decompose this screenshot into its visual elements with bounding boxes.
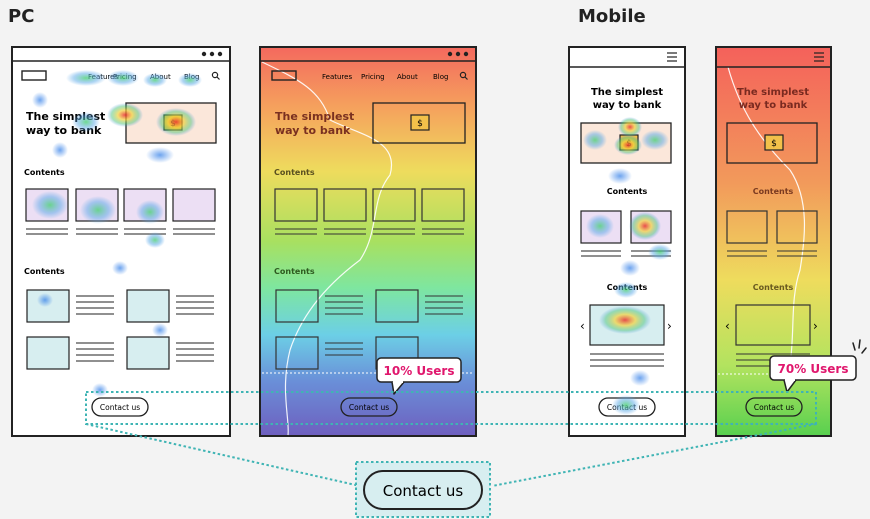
m2-contents-1: Contents xyxy=(753,187,794,196)
m2-hero-line1: The simplest xyxy=(737,87,809,98)
emphasis-marks-icon xyxy=(852,339,867,354)
carousel-next-icon[interactable]: › xyxy=(813,319,818,333)
carousel-prev-icon[interactable]: ‹ xyxy=(725,319,730,333)
dollar-icon: $ xyxy=(771,139,777,149)
pc2-nav-features[interactable]: Features xyxy=(322,73,352,81)
m1-contents-1: Contents xyxy=(607,187,648,196)
pc2-nav-about[interactable]: About xyxy=(397,73,418,81)
mobile-clickmap-frame: The simplest way to bank $ Contents Cont… xyxy=(568,46,686,437)
pc1-contents-2: Contents xyxy=(24,267,65,276)
pc2-contact-label: Contact us xyxy=(349,403,389,412)
zoomed-contact-label: Contact us xyxy=(383,482,464,500)
pc1-contact-label: Contact us xyxy=(100,403,140,412)
dollar-icon: $ xyxy=(417,119,423,129)
m2-hero-line2: way to bank xyxy=(739,100,808,111)
carousel-next-icon[interactable]: › xyxy=(667,319,672,333)
pc-users-callout-text: 10% Users xyxy=(384,364,455,378)
diagram-canvas: Features Pricing About Blog The simplest… xyxy=(11,46,867,518)
pc2-hero-line1: The simplest xyxy=(275,110,354,123)
pc-clickmap-frame: Features Pricing About Blog The simplest… xyxy=(11,46,231,437)
pc2-contents-2: Contents xyxy=(274,267,315,276)
zoomed-contact-button[interactable]: Contact us xyxy=(355,461,491,518)
m2-contents-2: Contents xyxy=(753,283,794,292)
pc2-hero-line2: way to bank xyxy=(275,124,351,137)
mobile-users-callout-text: 70% Users xyxy=(778,362,849,376)
pc2-nav-pricing[interactable]: Pricing xyxy=(361,73,385,81)
m1-hero-line2: way to bank xyxy=(593,100,662,111)
carousel-prev-icon[interactable]: ‹ xyxy=(580,319,585,333)
pc2-nav-blog[interactable]: Blog xyxy=(433,73,448,81)
pc1-contents-1: Contents xyxy=(24,168,65,177)
m2-contact-label: Contact us xyxy=(754,403,794,412)
m1-hero-line1: The simplest xyxy=(591,87,663,98)
pc2-contents-1: Contents xyxy=(274,168,315,177)
